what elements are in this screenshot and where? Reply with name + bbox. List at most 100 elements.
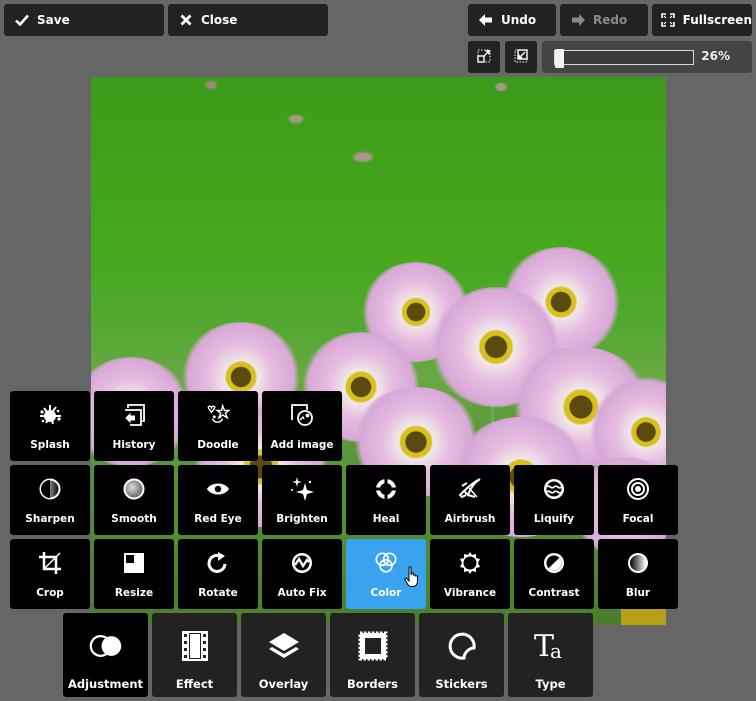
tool-history[interactable]: History <box>94 391 174 461</box>
category-label: Type <box>535 677 566 691</box>
tool-heal[interactable]: Heal <box>346 465 426 535</box>
tool-vibrance[interactable]: Vibrance <box>430 539 510 609</box>
undo-label: Undo <box>501 13 537 27</box>
auto-fix-icon <box>290 551 314 575</box>
category-label: Effect <box>175 677 214 691</box>
splash-icon <box>38 403 62 427</box>
color-icon <box>374 551 398 575</box>
redo-label: Redo <box>593 13 628 27</box>
tool-blur[interactable]: Blur <box>598 539 678 609</box>
red-eye-icon <box>206 477 230 501</box>
tool-label: Heal <box>372 513 400 525</box>
focal-icon <box>626 477 650 501</box>
tool-label: History <box>112 439 156 451</box>
brighten-icon <box>290 477 314 501</box>
svg-text:a: a <box>550 639 562 662</box>
category-label: Adjustment <box>67 677 144 691</box>
film-icon <box>178 629 212 663</box>
zoom-control: 26% <box>542 41 752 73</box>
tool-resize[interactable]: Resize <box>94 539 174 609</box>
save-button[interactable]: Save <box>4 4 164 36</box>
zoom-percentage: 26% <box>701 49 730 63</box>
undo-button[interactable]: Undo <box>468 4 556 36</box>
type-icon: Ta <box>534 629 568 663</box>
tool-label: Add image <box>270 439 334 451</box>
blur-icon <box>626 551 650 575</box>
zoom-fit-icon <box>477 48 491 67</box>
tool-label: Brighten <box>276 513 328 525</box>
tool-splash[interactable]: Splash <box>10 391 90 461</box>
sticker-icon <box>445 629 479 663</box>
tool-contrast[interactable]: Contrast <box>514 539 594 609</box>
layers-icon <box>267 629 301 663</box>
tool-color[interactable]: Color <box>346 539 426 609</box>
fullscreen-label: Fullscreen <box>682 13 752 27</box>
zoom-fit-button[interactable] <box>468 41 500 73</box>
tool-crop[interactable]: Crop <box>10 539 90 609</box>
category-label: Overlay <box>258 677 309 691</box>
fullscreen-icon <box>661 12 676 28</box>
smooth-icon <box>122 477 146 501</box>
add-image-icon <box>290 403 314 427</box>
close-label: Close <box>201 13 238 27</box>
tool-focal[interactable]: Focal <box>598 465 678 535</box>
category-type[interactable]: Ta Type <box>508 613 593 697</box>
airbrush-icon <box>458 477 482 501</box>
tool-label: Sharpen <box>25 513 75 525</box>
tool-label: Focal <box>622 513 654 525</box>
fullscreen-button[interactable]: Fullscreen <box>652 4 752 36</box>
tool-label: Auto Fix <box>277 587 327 599</box>
category-overlay[interactable]: Overlay <box>241 613 326 697</box>
rotate-icon <box>206 551 230 575</box>
tool-smooth[interactable]: Smooth <box>94 465 174 535</box>
tool-label: Color <box>370 587 402 599</box>
category-label: Stickers <box>435 677 488 691</box>
save-label: Save <box>37 13 70 27</box>
history-icon <box>122 403 146 427</box>
tool-label: Doodle <box>197 439 239 451</box>
resize-icon <box>122 551 146 575</box>
category-adjustment[interactable]: Adjustment <box>63 613 148 697</box>
tool-label: Red Eye <box>194 513 242 525</box>
category-stickers[interactable]: Stickers <box>419 613 504 697</box>
crop-icon <box>38 551 62 575</box>
redo-button[interactable]: Redo <box>560 4 648 36</box>
doodle-icon <box>206 403 230 427</box>
category-label: Borders <box>347 677 398 691</box>
zoom-actual-size-button[interactable] <box>505 41 537 73</box>
tool-sharpen[interactable]: Sharpen <box>10 465 90 535</box>
arrow-right-icon <box>570 12 586 28</box>
tool-label: Contrast <box>528 587 580 599</box>
sharpen-icon <box>38 477 62 501</box>
adjustment-icon <box>89 629 123 663</box>
contrast-icon <box>542 551 566 575</box>
tool-label: Splash <box>30 439 70 451</box>
vibrance-icon <box>458 551 482 575</box>
tool-brighten[interactable]: Brighten <box>262 465 342 535</box>
tool-doodle[interactable]: Doodle <box>178 391 258 461</box>
tool-label: Vibrance <box>443 587 497 599</box>
tool-add-image[interactable]: Add image <box>262 391 342 461</box>
tool-label: Blur <box>625 587 651 599</box>
close-icon <box>178 12 194 28</box>
category-borders[interactable]: Borders <box>330 613 415 697</box>
tool-label: Liquify <box>533 513 575 525</box>
tool-label: Rotate <box>198 587 238 599</box>
tool-label: Airbrush <box>444 513 496 525</box>
tool-liquify[interactable]: Liquify <box>514 465 594 535</box>
zoom-slider[interactable] <box>554 49 694 68</box>
tool-auto-fix[interactable]: Auto Fix <box>262 539 342 609</box>
tool-label: Resize <box>114 587 154 599</box>
heal-icon <box>374 477 398 501</box>
tool-airbrush[interactable]: Airbrush <box>430 465 510 535</box>
zoom-actual-size-icon <box>514 48 528 67</box>
tool-label: Crop <box>36 587 64 599</box>
arrow-left-icon <box>478 12 494 28</box>
tool-red-eye[interactable]: Red Eye <box>178 465 258 535</box>
zoom-slider-thumb[interactable] <box>555 49 565 68</box>
stamp-border-icon <box>356 629 390 663</box>
tool-label: Smooth <box>111 513 157 525</box>
close-button[interactable]: Close <box>168 4 328 36</box>
tool-rotate[interactable]: Rotate <box>178 539 258 609</box>
category-effect[interactable]: Effect <box>152 613 237 697</box>
